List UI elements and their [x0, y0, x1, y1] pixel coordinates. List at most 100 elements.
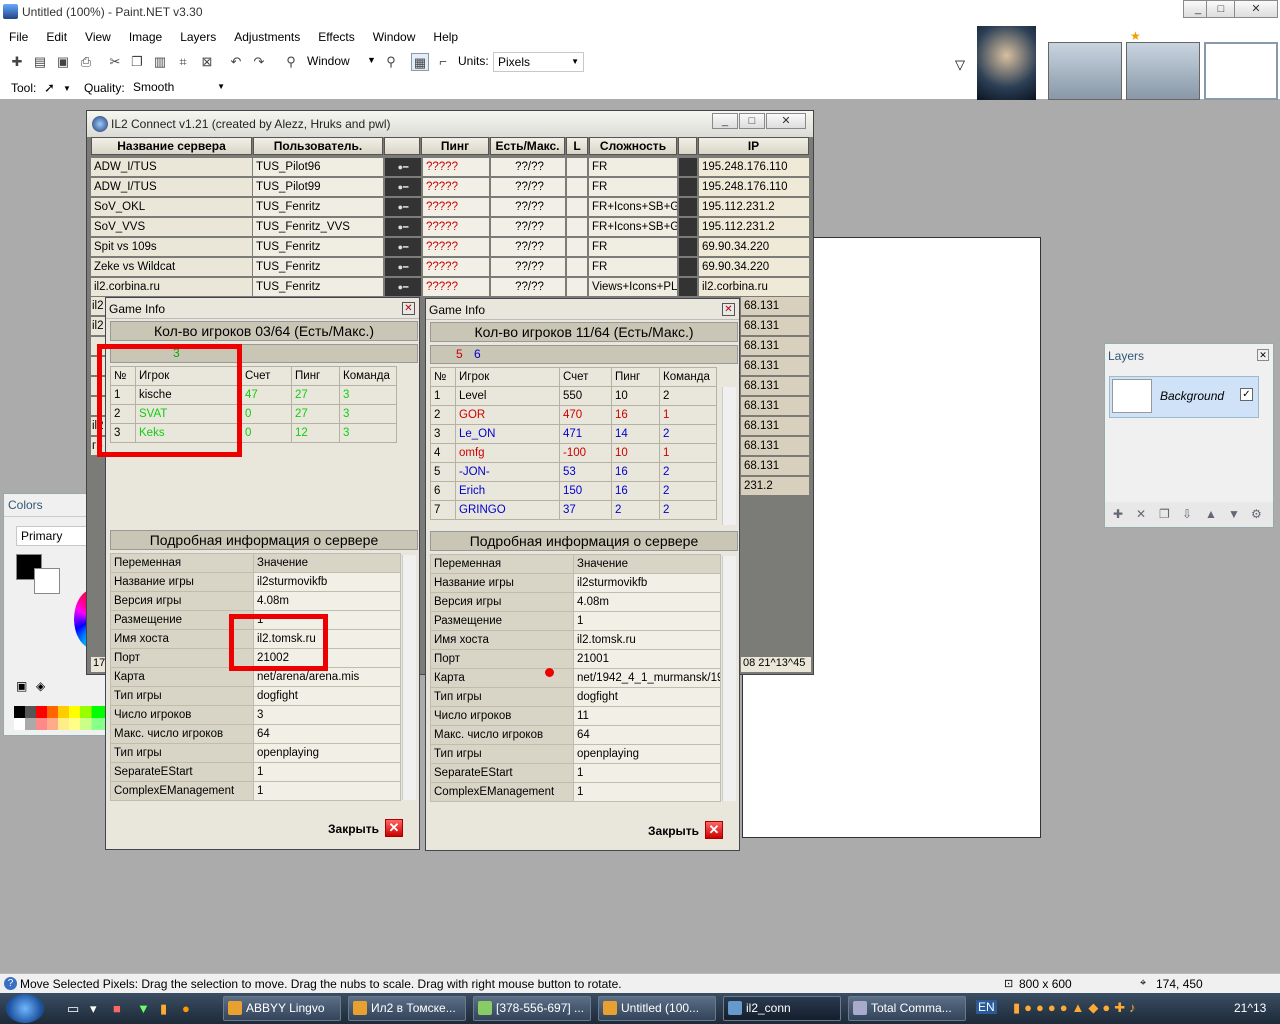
- show-desktop-icon[interactable]: ▭: [67, 1001, 79, 1017]
- col-ip[interactable]: IP: [698, 137, 809, 155]
- zoom-chevron-down-icon[interactable]: ▼: [367, 55, 376, 65]
- menu-edit[interactable]: Edit: [37, 25, 76, 49]
- col-difficulty[interactable]: Сложность: [589, 137, 677, 155]
- menu-image[interactable]: Image: [120, 25, 171, 49]
- server-row[interactable]: ADW_I/TUS TUS_Pilot96 ●━????? ??/?? FR 195.24…: [91, 157, 809, 177]
- menu-effects[interactable]: Effects: [309, 25, 363, 49]
- layer-visible-checkbox[interactable]: ✓: [1240, 388, 1253, 401]
- menu-view[interactable]: View: [76, 25, 120, 49]
- new-file-icon[interactable]: ✚: [8, 53, 26, 71]
- move-layer-up-icon[interactable]: ▲: [1205, 507, 1217, 521]
- menu-file[interactable]: File: [0, 25, 37, 49]
- gi-right-close-icon[interactable]: ✕: [722, 303, 735, 316]
- task-total-commander[interactable]: Total Comma...: [848, 996, 966, 1021]
- col-server-name[interactable]: Название сервера: [91, 137, 252, 155]
- add-layer-icon[interactable]: ✚: [1113, 507, 1123, 521]
- open-folder-icon[interactable]: ▤: [31, 53, 49, 71]
- tray-icons[interactable]: ▮●●●●▲◆●✚♪: [1013, 1000, 1140, 1016]
- server-row[interactable]: il2.corbina.ru TUS_Fenritz ●━????? ??/?? Vie…: [91, 277, 809, 297]
- th-player[interactable]: Игрок: [455, 367, 560, 387]
- delete-layer-icon[interactable]: ✕: [1136, 507, 1146, 521]
- zoom-out-icon[interactable]: ⚲: [282, 53, 300, 71]
- quicklaunch-icon-4[interactable]: ▮: [160, 1001, 167, 1017]
- gi-right-close-label[interactable]: Закрыть: [648, 824, 699, 838]
- palette-menu-icon[interactable]: ▣: [16, 679, 27, 693]
- server-row[interactable]: Spit vs 109s TUS_Fenritz ●━????? ??/?? FR 69.…: [91, 237, 809, 257]
- col-exist-max[interactable]: Есть/Макс.: [490, 137, 565, 155]
- player-row[interactable]: 5 -JON- 53 16 2: [430, 462, 717, 482]
- units-select[interactable]: Pixels ▼: [493, 52, 584, 72]
- il2-close-button[interactable]: ✕: [766, 113, 806, 129]
- zoom-in-icon[interactable]: ⚲: [382, 53, 400, 71]
- player-row[interactable]: 4 omfg -100 10 1: [430, 443, 717, 463]
- th-score[interactable]: Счет: [559, 367, 612, 387]
- quicklaunch-icon-3[interactable]: ▼: [137, 1001, 150, 1016]
- task-icq[interactable]: [378-556-697] ...: [473, 996, 591, 1021]
- col-user[interactable]: Пользователь.: [253, 137, 383, 155]
- gi-right-details-scrollbar[interactable]: [722, 556, 736, 801]
- maximize-button[interactable]: □: [1206, 0, 1236, 18]
- color-palette[interactable]: [14, 706, 106, 718]
- menu-window[interactable]: Window: [364, 25, 425, 49]
- quicklaunch-icon-1[interactable]: ▾: [90, 1001, 97, 1017]
- image-list-dropdown-icon[interactable]: ▽: [955, 57, 965, 73]
- cut-icon[interactable]: ✂: [106, 53, 124, 71]
- firefox-icon[interactable]: ●: [182, 1001, 190, 1016]
- language-indicator[interactable]: EN: [976, 1000, 997, 1014]
- secondary-color-swatch[interactable]: [34, 568, 60, 594]
- tool-chevron-down-icon[interactable]: ▼: [63, 84, 71, 93]
- palette-options-icon[interactable]: ◈: [36, 679, 45, 693]
- start-button[interactable]: [6, 994, 44, 1023]
- il2-maximize-button[interactable]: □: [739, 113, 765, 129]
- col-ping[interactable]: Пинг: [421, 137, 489, 155]
- col-l[interactable]: L: [566, 137, 588, 155]
- save-icon[interactable]: ▣: [54, 53, 72, 71]
- gi-left-close-label[interactable]: Закрыть: [328, 822, 379, 836]
- th-ping[interactable]: Пинг: [291, 366, 340, 386]
- il2-minimize-button[interactable]: _: [712, 113, 738, 129]
- image-thumbnail-active[interactable]: [1204, 42, 1278, 100]
- thumbnail-photo[interactable]: [977, 26, 1036, 100]
- gi-right-close-button-icon[interactable]: ✕: [705, 821, 723, 839]
- player-row[interactable]: 3 Le_ON 471 14 2: [430, 424, 717, 444]
- gi-left-close-icon[interactable]: ✕: [402, 302, 415, 315]
- server-row[interactable]: Zeke vs Wildcat TUS_Fenritz ●━????? ??/?? FR…: [91, 257, 809, 277]
- layer-properties-icon[interactable]: ⚙: [1251, 507, 1262, 521]
- menu-layers[interactable]: Layers: [171, 25, 225, 49]
- menu-help[interactable]: Help: [424, 25, 467, 49]
- merge-layer-icon[interactable]: ⇩: [1182, 507, 1192, 521]
- task-abbyy[interactable]: ABBYY Lingvo: [223, 996, 341, 1021]
- gi-left-close-button-icon[interactable]: ✕: [385, 819, 403, 837]
- server-row[interactable]: SoV_OKL TUS_Fenritz ●━????? ??/?? FR+Icons+S…: [91, 197, 809, 217]
- th-num[interactable]: №: [430, 367, 456, 387]
- zoom-dropdown[interactable]: Window: [307, 54, 350, 68]
- th-team[interactable]: Команда: [659, 367, 717, 387]
- menu-adjustments[interactable]: Adjustments: [225, 25, 309, 49]
- task-il2conn[interactable]: il2_conn: [723, 996, 841, 1021]
- layer-item-background[interactable]: Background ✓: [1109, 376, 1259, 418]
- copy-icon[interactable]: ❐: [128, 53, 146, 71]
- th-score[interactable]: Счет: [241, 366, 292, 386]
- gi-left-details-scrollbar[interactable]: [402, 555, 416, 800]
- th-ping[interactable]: Пинг: [611, 367, 660, 387]
- duplicate-layer-icon[interactable]: ❐: [1159, 507, 1170, 521]
- layers-close-icon[interactable]: ✕: [1257, 349, 1269, 361]
- player-row[interactable]: 2 GOR 470 16 1: [430, 405, 717, 425]
- redo-icon[interactable]: ↷: [250, 53, 268, 71]
- task-il2-tomsk[interactable]: Ил2 в Томске...: [348, 996, 466, 1021]
- server-row[interactable]: SoV_VVS TUS_Fenritz_VVS ●━????? ??/?? FR+Ico…: [91, 217, 809, 237]
- close-window-button[interactable]: ✕: [1234, 0, 1278, 18]
- print-icon[interactable]: ⎙: [77, 53, 95, 71]
- deselect-icon[interactable]: ⊠: [198, 53, 216, 71]
- rulers-icon[interactable]: ⌐: [434, 53, 452, 71]
- move-layer-down-icon[interactable]: ▼: [1228, 507, 1240, 521]
- color-palette-light[interactable]: [14, 718, 106, 730]
- gi-right-players-scrollbar[interactable]: [722, 387, 736, 525]
- quicklaunch-icon-2[interactable]: ■: [113, 1001, 121, 1016]
- move-tool-icon[interactable]: ➚: [44, 80, 55, 96]
- undo-icon[interactable]: ↶: [227, 53, 245, 71]
- image-thumbnail-1[interactable]: [1048, 42, 1122, 100]
- crop-icon[interactable]: ⌗: [174, 53, 192, 71]
- col-icon2[interactable]: [678, 137, 697, 155]
- player-row[interactable]: 1 Level 550 10 2: [430, 386, 717, 406]
